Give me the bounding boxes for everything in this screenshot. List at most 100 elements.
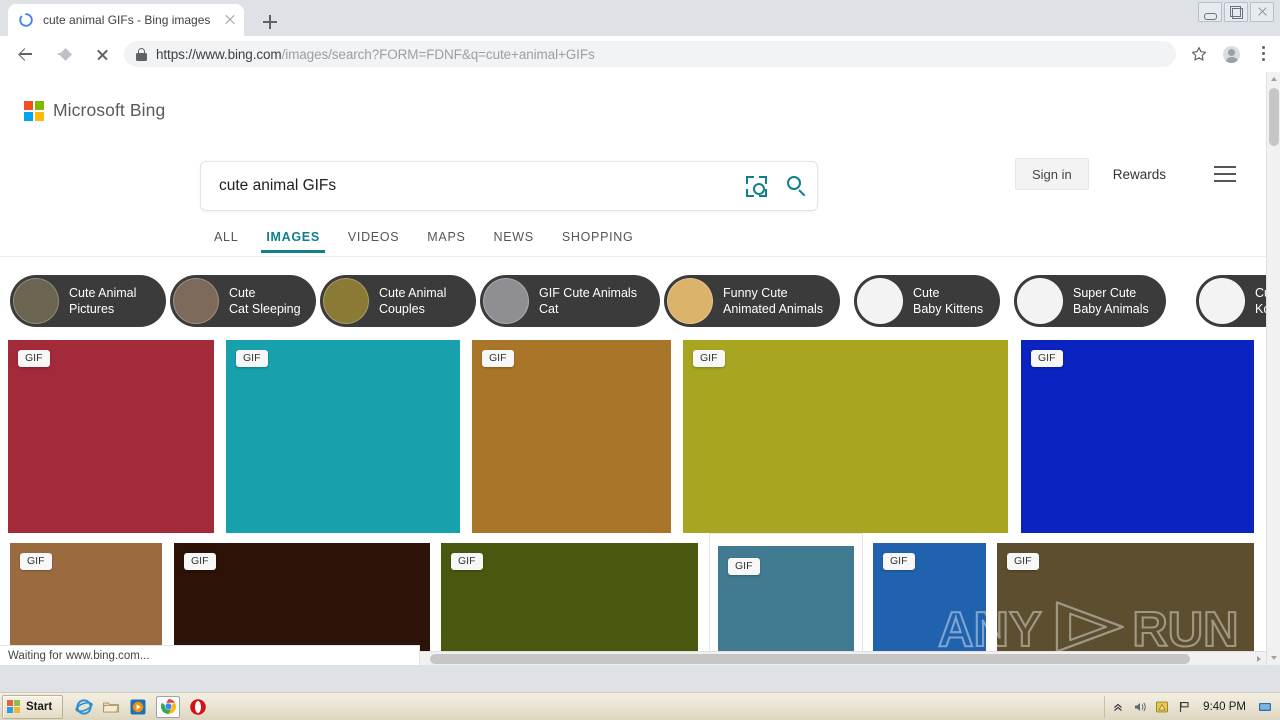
chip-thumbnail <box>323 278 369 324</box>
chip-label: Funny Cute Animated Animals <box>723 285 823 317</box>
forward-button[interactable] <box>48 38 80 70</box>
display-icon[interactable] <box>1258 700 1272 714</box>
image-result-thumbnail <box>472 340 671 533</box>
opera-icon[interactable] <box>189 698 207 716</box>
chip-label: Cute Baby Kittens <box>913 285 983 317</box>
profile-button[interactable] <box>1216 39 1246 69</box>
chip-thumbnail <box>13 278 59 324</box>
vertical-scrollbar[interactable] <box>1266 72 1280 665</box>
sign-in-button[interactable]: Sign in <box>1014 158 1089 190</box>
bing-header: Microsoft Bing cute animal GIFs Sign in … <box>0 72 1266 257</box>
hamburger-menu-icon[interactable] <box>1214 166 1236 182</box>
scroll-up-arrow-icon[interactable] <box>1267 72 1280 86</box>
security-shield-warning-icon[interactable] <box>1155 700 1169 714</box>
image-result-tile[interactable]: GIF <box>472 340 671 533</box>
vertical-scrollbar-thumb[interactable] <box>1269 88 1279 146</box>
related-search-chip[interactable]: Cute Baby Kittens <box>854 275 1000 327</box>
url-path: /images/search?FORM=FDNF&q=cute+animal+G… <box>281 46 595 62</box>
image-result-tile[interactable]: GIF <box>873 543 986 665</box>
stop-button[interactable] <box>86 38 118 70</box>
screen: cute animal GIFs - Bing images https://w… <box>0 0 1280 720</box>
gif-badge: GIF <box>184 553 216 570</box>
star-icon <box>1191 46 1207 62</box>
related-search-chip[interactable]: GIF Cute Animals Cat <box>480 275 660 327</box>
image-result-tile[interactable]: GIF <box>1021 340 1254 533</box>
chip-label-line2: Cat <box>539 302 559 316</box>
chip-label-line2: Animated Animals <box>723 302 824 316</box>
horizontal-scrollbar-thumb[interactable] <box>430 654 1190 664</box>
start-button[interactable]: Start <box>2 694 64 719</box>
scroll-down-arrow-icon[interactable] <box>1267 651 1280 665</box>
image-result-thumbnail <box>226 340 460 533</box>
page-viewport: Microsoft Bing cute animal GIFs Sign in … <box>0 72 1280 665</box>
restore-button[interactable] <box>1224 2 1248 22</box>
related-search-chip[interactable]: Cute Animal Couples <box>320 275 476 327</box>
image-result-tile[interactable]: GIF <box>997 543 1254 665</box>
close-button[interactable] <box>1250 2 1274 22</box>
minimize-button[interactable] <box>1198 2 1222 22</box>
nav-tab-all[interactable]: ALL <box>200 220 252 253</box>
related-searches-row: Cute Animal Pictures Cute Cat Sleeping Cute … <box>0 275 1266 331</box>
image-result-tile[interactable]: GIF <box>709 533 863 665</box>
show-hidden-icons-chevron[interactable] <box>1111 700 1125 714</box>
back-button[interactable] <box>10 38 42 70</box>
tab-close-icon[interactable] <box>222 12 238 28</box>
chip-label-line2: Cat Sleeping <box>229 302 301 316</box>
microsoft-logo-icon <box>24 100 44 121</box>
visual-search-camera-icon <box>746 176 767 197</box>
search-submit-button[interactable] <box>777 168 817 204</box>
internet-explorer-icon[interactable] <box>75 698 93 716</box>
related-search-chip[interactable]: Super Cute Baby Animals <box>1014 275 1166 327</box>
gif-badge: GIF <box>20 553 52 570</box>
related-search-chip[interactable]: Cute Cat Sleeping <box>170 275 316 327</box>
image-result-tile[interactable]: GIF <box>441 543 698 665</box>
url-host: https://www.bing.com <box>156 46 282 62</box>
chip-label-line1: Cute <box>913 286 940 300</box>
related-search-chip[interactable]: Cu Ko <box>1196 275 1266 327</box>
nav-tab-videos[interactable]: VIDEOS <box>334 220 413 253</box>
chip-label-line1: Cute Animal <box>379 286 447 300</box>
chip-label-line1: Cute Animal <box>69 286 137 300</box>
nav-tab-images[interactable]: IMAGES <box>252 220 334 253</box>
search-input[interactable]: cute animal GIFs <box>201 177 737 195</box>
search-magnifier-icon <box>787 176 808 197</box>
image-result-tile[interactable]: GIF <box>683 340 1008 533</box>
bing-search-bar[interactable]: cute animal GIFs <box>200 161 818 211</box>
image-result-tile[interactable]: GIF <box>8 340 214 533</box>
browser-menu-button[interactable] <box>1248 39 1278 69</box>
quick-launch-bar <box>75 695 207 718</box>
image-result-thumbnail <box>1021 340 1254 533</box>
related-search-chip[interactable]: Cute Animal Pictures <box>10 275 166 327</box>
chip-thumbnail <box>483 278 529 324</box>
folder-explorer-icon[interactable] <box>102 698 120 716</box>
address-bar[interactable]: https://www.bing.com/images/search?FORM=… <box>124 41 1176 67</box>
bing-images-page: Microsoft Bing cute animal GIFs Sign in … <box>0 72 1266 665</box>
scroll-right-arrow-icon[interactable] <box>1252 652 1266 665</box>
image-result-thumbnail <box>683 340 1008 533</box>
chip-label: Cute Cat Sleeping <box>229 285 301 317</box>
header-account-area: Sign in Rewards <box>1014 158 1236 190</box>
chip-label-line1: Super Cute <box>1073 286 1137 300</box>
bing-logo[interactable]: Microsoft Bing <box>24 100 165 121</box>
chip-label: GIF Cute Animals Cat <box>539 285 637 317</box>
media-player-icon[interactable] <box>129 698 147 716</box>
related-search-chip[interactable]: Funny Cute Animated Animals <box>664 275 840 327</box>
bookmark-button[interactable] <box>1184 39 1214 69</box>
chip-label-line1: Cute <box>229 286 256 300</box>
network-flag-icon[interactable] <box>1177 700 1191 714</box>
taskbar-clock[interactable]: 9:40 PM <box>1203 701 1246 713</box>
gif-badge: GIF <box>1007 553 1039 570</box>
nav-tab-news[interactable]: NEWS <box>480 220 548 253</box>
nav-tab-maps[interactable]: MAPS <box>413 220 479 253</box>
rewards-link[interactable]: Rewards <box>1113 167 1166 182</box>
volume-speaker-icon[interactable] <box>1133 700 1147 714</box>
nav-tab-shopping[interactable]: SHOPPING <box>548 220 648 253</box>
google-chrome-icon[interactable] <box>156 695 181 718</box>
windows-taskbar: Start 9:40 PM <box>0 692 1280 720</box>
browser-tab[interactable]: cute animal GIFs - Bing images <box>8 4 244 36</box>
new-tab-button[interactable] <box>256 8 284 36</box>
image-result-tile[interactable]: GIF <box>226 340 460 533</box>
gif-badge: GIF <box>728 558 760 575</box>
stop-x-icon <box>96 48 109 61</box>
visual-search-button[interactable] <box>737 168 777 204</box>
